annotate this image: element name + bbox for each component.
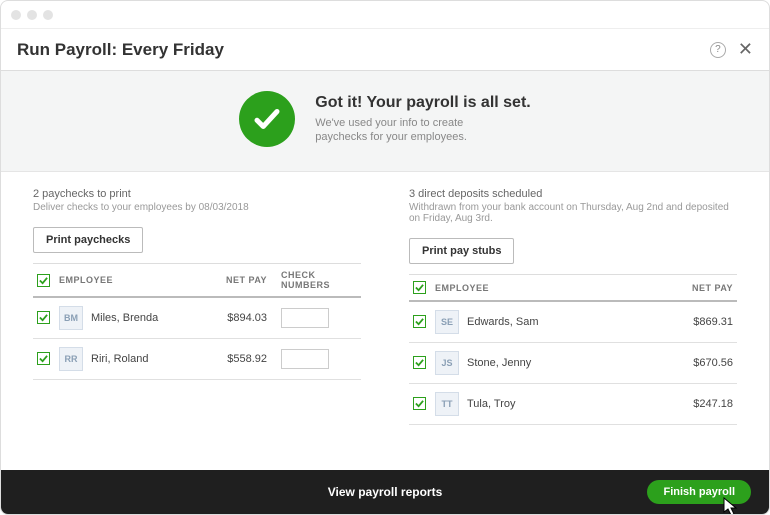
title-bar: Run Payroll: Every Friday ? ✕ <box>1 29 769 71</box>
row-checkbox[interactable] <box>37 352 50 365</box>
deposits-column: 3 direct deposits scheduled Withdrawn fr… <box>409 188 737 460</box>
employee-cell: TT Tula, Troy <box>431 384 667 425</box>
table-row: TT Tula, Troy $247.18 <box>409 384 737 425</box>
avatar: SE <box>435 310 459 334</box>
row-checkbox[interactable] <box>413 315 426 328</box>
row-checkbox[interactable] <box>413 356 426 369</box>
employee-cell: RR Riri, Roland <box>55 339 201 380</box>
deposits-summary-sub: Withdrawn from your bank account on Thur… <box>409 202 737 224</box>
netpay-cell: $247.18 <box>667 384 737 425</box>
row-check-cell <box>409 301 431 343</box>
checknumber-cell <box>271 297 361 339</box>
select-all-checkbox[interactable] <box>413 281 426 294</box>
window-dot <box>11 10 21 20</box>
paychecks-column: 2 paychecks to print Deliver checks to y… <box>33 188 361 460</box>
app-window: Run Payroll: Every Friday ? ✕ Got it! Yo… <box>0 0 770 515</box>
employee-name: Riri, Roland <box>91 353 148 365</box>
employee-cell: BM Miles, Brenda <box>55 297 201 339</box>
deposits-summary: 3 direct deposits scheduled <box>409 188 737 200</box>
row-checkbox[interactable] <box>37 311 50 324</box>
paychecks-summary: 2 paychecks to print <box>33 188 361 200</box>
check-number-input[interactable] <box>281 308 329 328</box>
row-check-cell <box>409 384 431 425</box>
window-dot <box>27 10 37 20</box>
netpay-cell: $894.03 <box>201 297 271 339</box>
checknumber-cell <box>271 339 361 380</box>
employee-name: Stone, Jenny <box>467 357 531 369</box>
table-row: SE Edwards, Sam $869.31 <box>409 301 737 343</box>
help-icon[interactable]: ? <box>710 42 726 58</box>
row-check-cell <box>409 343 431 384</box>
table-row: BM Miles, Brenda $894.03 <box>33 297 361 339</box>
row-check-cell <box>33 339 55 380</box>
table-row: JS Stone, Jenny $670.56 <box>409 343 737 384</box>
paychecks-summary-sub: Deliver checks to your employees by 08/0… <box>33 202 361 213</box>
employee-name: Edwards, Sam <box>467 316 539 328</box>
avatar: JS <box>435 351 459 375</box>
footer-bar: View payroll reports Finish payroll <box>1 470 769 514</box>
netpay-cell: $869.31 <box>667 301 737 343</box>
avatar: BM <box>59 306 83 330</box>
finish-payroll-button[interactable]: Finish payroll <box>647 480 751 504</box>
select-all-header <box>409 275 431 302</box>
avatar: TT <box>435 392 459 416</box>
row-check-cell <box>33 297 55 339</box>
print-paystubs-button[interactable]: Print pay stubs <box>409 238 514 264</box>
check-number-input[interactable] <box>281 349 329 369</box>
main-content: 2 paychecks to print Deliver checks to y… <box>1 172 769 470</box>
netpay-header: NET PAY <box>667 275 737 302</box>
view-reports-link[interactable]: View payroll reports <box>328 485 443 499</box>
success-check-icon <box>239 91 295 147</box>
page-title: Run Payroll: Every Friday <box>17 40 224 60</box>
employee-header: EMPLOYEE <box>431 275 667 302</box>
checknumbers-header: CHECK NUMBERS <box>271 264 361 298</box>
employee-cell: SE Edwards, Sam <box>431 301 667 343</box>
hero-panel: Got it! Your payroll is all set. We've u… <box>1 71 769 172</box>
close-icon[interactable]: ✕ <box>738 39 753 60</box>
hero-text: Got it! Your payroll is all set. We've u… <box>315 94 530 145</box>
hero-subtext: We've used your info to create <box>315 116 530 130</box>
select-all-header <box>33 264 55 298</box>
avatar: RR <box>59 347 83 371</box>
titlebar-actions: ? ✕ <box>710 39 753 60</box>
employee-name: Miles, Brenda <box>91 312 158 324</box>
netpay-header: NET PAY <box>201 264 271 298</box>
employee-cell: JS Stone, Jenny <box>431 343 667 384</box>
window-dot <box>43 10 53 20</box>
select-all-checkbox[interactable] <box>37 274 50 287</box>
employee-name: Tula, Troy <box>467 398 516 410</box>
window-chrome <box>1 1 769 29</box>
hero-subtext: paychecks for your employees. <box>315 130 530 144</box>
netpay-cell: $558.92 <box>201 339 271 380</box>
print-paychecks-button[interactable]: Print paychecks <box>33 227 143 253</box>
hero-headline: Got it! Your payroll is all set. <box>315 94 530 112</box>
netpay-cell: $670.56 <box>667 343 737 384</box>
table-row: RR Riri, Roland $558.92 <box>33 339 361 380</box>
deposits-table: EMPLOYEE NET PAY SEEdwards, Sam$869.31JS… <box>409 274 737 425</box>
paychecks-table: EMPLOYEE NET PAY CHECK NUMBERS BM Miles, … <box>33 263 361 380</box>
row-checkbox[interactable] <box>413 397 426 410</box>
employee-header: EMPLOYEE <box>55 264 201 298</box>
